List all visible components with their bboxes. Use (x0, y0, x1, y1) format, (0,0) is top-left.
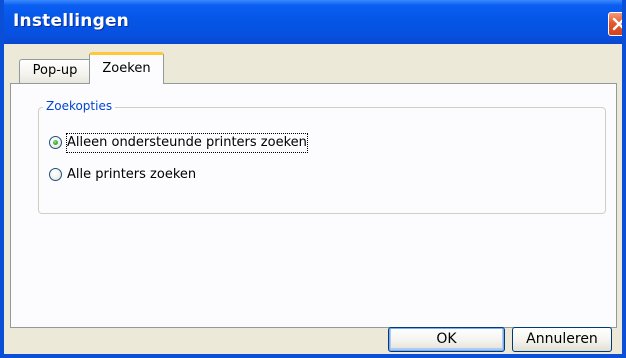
tab-panel-zoeken: Zoekopties Alleen ondersteunde printers … (10, 83, 617, 328)
radio-button[interactable] (49, 168, 62, 181)
window-title: Instellingen (13, 11, 129, 31)
radio-label[interactable]: Alleen ondersteunde printers zoeken (66, 133, 308, 153)
cancel-button[interactable]: Annuleren (512, 327, 612, 352)
radio-selected-dot (53, 140, 58, 145)
tab-popup[interactable]: Pop-up (19, 59, 91, 83)
group-label: Zoekopties (43, 99, 116, 113)
tab-zoeken[interactable]: Zoeken (89, 52, 164, 84)
radio-button-selected[interactable] (49, 136, 62, 149)
radio-label[interactable]: Alle printers zoeken (67, 166, 196, 184)
title-bar[interactable]: Instellingen (4, 0, 622, 44)
close-icon (612, 17, 622, 31)
ok-button[interactable]: OK (388, 327, 505, 352)
close-button[interactable] (608, 12, 622, 36)
search-options-group: Zoekopties Alleen ondersteunde printers … (38, 99, 606, 214)
